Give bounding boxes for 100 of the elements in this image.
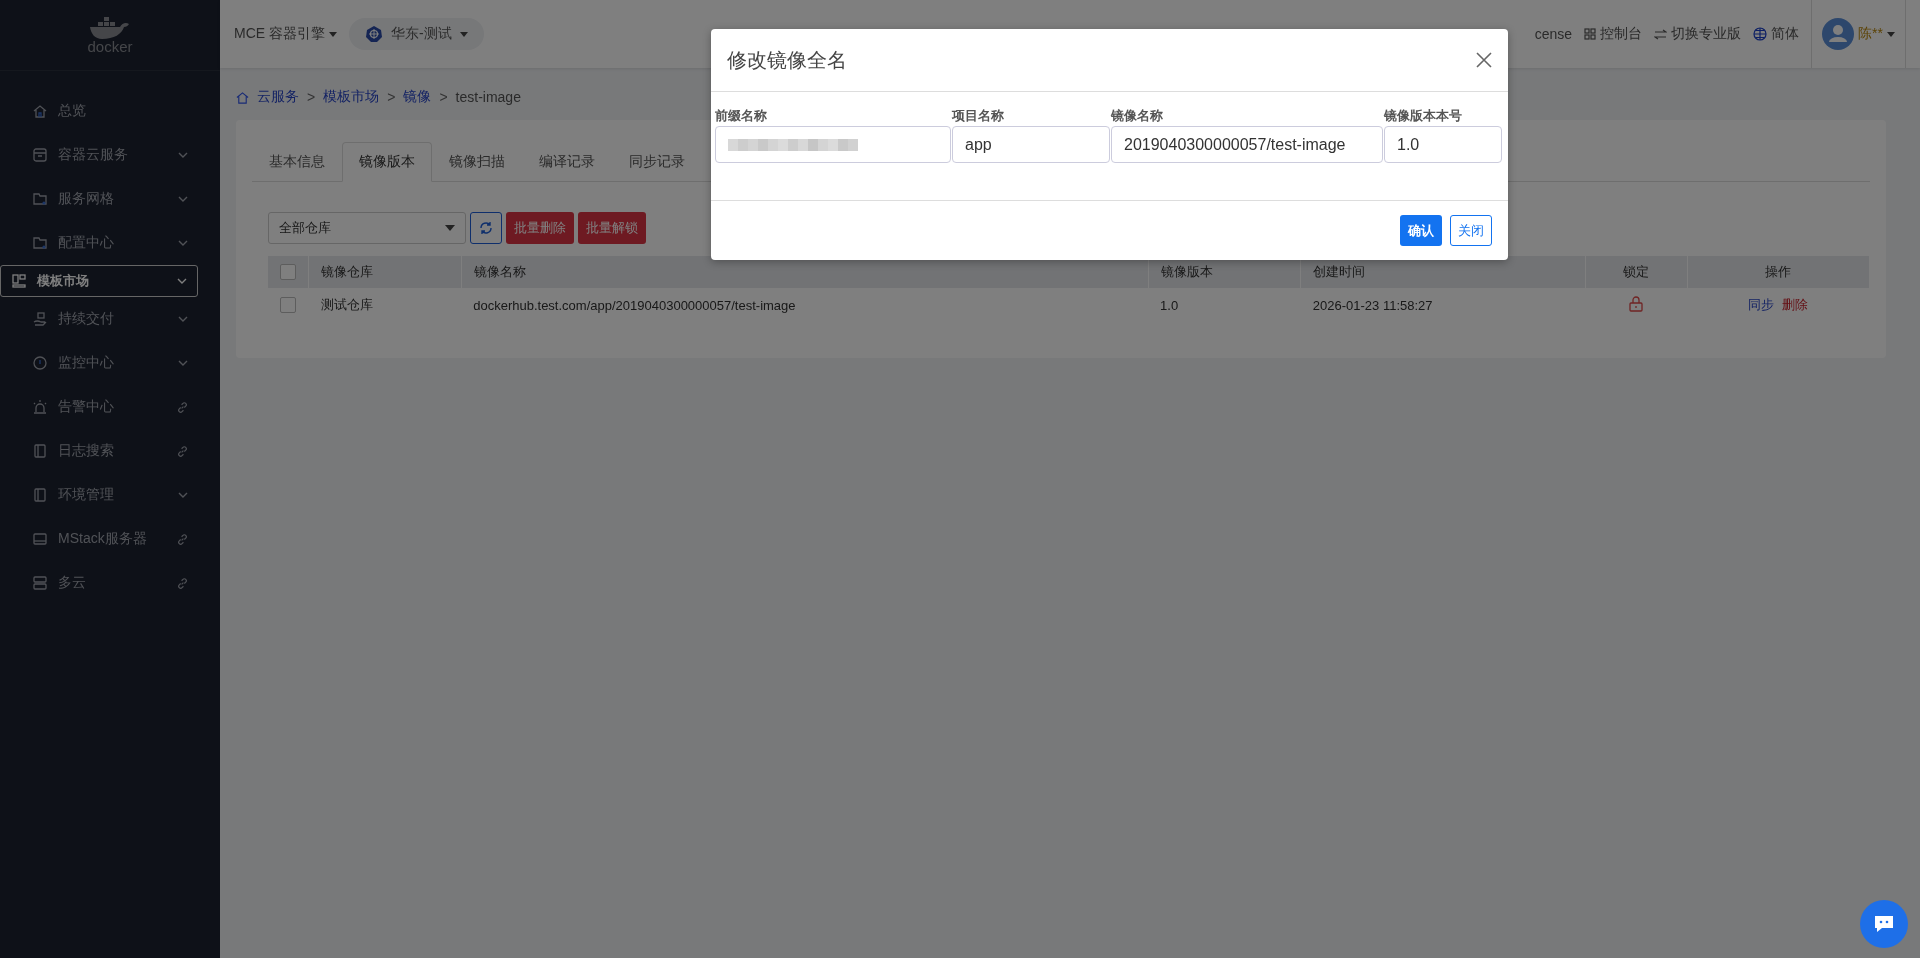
breadcrumb-link[interactable]: 模板市场 — [323, 88, 380, 106]
breadcrumb-link[interactable]: 镜像 — [403, 88, 432, 106]
nav-label: MStack服务器 — [58, 530, 148, 548]
table-cell: dockerhub.test.com/app/2019040300000057/test-image — [461, 288, 1149, 322]
column-header: 镜像名称 — [461, 256, 1149, 288]
checkbox[interactable] — [280, 264, 296, 281]
top-link[interactable]: cense — [1534, 26, 1573, 42]
chevron-icon — [178, 152, 188, 158]
nav-label: 持续交付 — [58, 310, 115, 328]
top-link[interactable]: 简体 — [1753, 25, 1800, 43]
action-link[interactable]: 删除 — [1782, 297, 1809, 312]
nav-item[interactable]: MStack服务器 — [0, 517, 220, 561]
repo-select[interactable]: 全部仓库 — [268, 212, 466, 244]
whale-icon — [88, 16, 132, 39]
home-icon — [236, 90, 249, 104]
input-field[interactable]: 2019040300000057/test-image — [1111, 126, 1383, 163]
action-link[interactable]: 同步 — [1748, 297, 1775, 312]
breadcrumb-link[interactable]: 云服务 — [257, 88, 299, 106]
nav-label: 日志搜索 — [58, 442, 115, 460]
caret-icon — [329, 31, 337, 37]
field-label: 镜像名称 — [1111, 108, 1164, 124]
nav-label: 多云 — [58, 574, 87, 592]
top-link[interactable]: 控制台 — [1584, 25, 1643, 43]
chevron-icon — [177, 278, 187, 284]
nav-item[interactable]: 模板市场 — [0, 265, 198, 297]
column-header: 创建时间 — [1300, 256, 1586, 288]
book-icon — [32, 487, 48, 503]
chat-icon — [1873, 914, 1895, 934]
tab[interactable]: 基本信息 — [252, 142, 342, 182]
batch-button[interactable]: 批量删除 — [506, 212, 574, 244]
tab[interactable]: 编译记录 — [522, 142, 612, 182]
nav-item[interactable]: 日志搜索 — [0, 429, 220, 473]
chevron-icon — [178, 196, 188, 202]
nav-label: 总览 — [58, 102, 87, 120]
field-label: 镜像版本本号 — [1384, 108, 1463, 124]
nav-item[interactable]: 告警中心 — [0, 385, 220, 429]
link-icon — [177, 401, 188, 413]
nav-item[interactable]: 持续交付 — [0, 297, 220, 341]
home-icon — [32, 103, 48, 119]
nav-label: 监控中心 — [58, 354, 115, 372]
nav-label: 服务网格 — [58, 190, 115, 208]
stack-icon — [32, 575, 48, 591]
tab[interactable]: 同步记录 — [612, 142, 702, 182]
table-cell: 2026-01-23 11:58:27 — [1300, 288, 1586, 322]
breadcrumb-separator: > — [307, 89, 316, 105]
column-header: 锁定 — [1585, 256, 1687, 288]
server-icon — [32, 531, 48, 547]
link-icon — [177, 445, 188, 457]
nav-label: 模板市场 — [37, 272, 90, 290]
swap-icon — [1654, 28, 1668, 40]
grid-icon — [1584, 28, 1597, 40]
folder-icon — [32, 191, 48, 207]
column-header: 操作 — [1687, 256, 1870, 288]
table-cell: 测试仓库 — [308, 288, 462, 322]
nav-item[interactable]: 环境管理 — [0, 473, 220, 517]
refresh-icon — [479, 221, 493, 235]
gauge-icon — [32, 355, 48, 371]
confirm-button[interactable]: 确认 — [1400, 215, 1442, 246]
input-field[interactable]: app — [952, 126, 1110, 163]
box-icon — [32, 147, 48, 163]
close-icon[interactable] — [1476, 52, 1492, 68]
table-cell: 1.0 — [1148, 288, 1301, 322]
refresh-button[interactable] — [470, 212, 502, 244]
link-icon — [177, 577, 188, 589]
nav-item[interactable]: 总览 — [0, 89, 220, 133]
chevron-icon — [178, 240, 188, 246]
batch-button[interactable]: 批量解锁 — [578, 212, 646, 244]
cluster-dropdown[interactable]: 华东-测试 — [349, 18, 484, 50]
tab[interactable]: 镜像扫描 — [432, 142, 522, 182]
breadcrumb-separator: > — [439, 89, 448, 105]
nav-item[interactable]: 监控中心 — [0, 341, 220, 385]
folder-icon — [32, 235, 48, 251]
input-field[interactable]: 1.0 — [1384, 126, 1502, 163]
nav-label: 配置中心 — [58, 234, 115, 252]
tab[interactable]: 镜像版本 — [342, 142, 432, 182]
chevron-icon — [178, 360, 188, 366]
user-menu[interactable]: 陈** — [1858, 25, 1895, 43]
alarm-icon — [32, 399, 48, 415]
nav-item[interactable]: 容器云服务 — [0, 133, 220, 177]
top-link[interactable]: 切换专业版 — [1654, 25, 1742, 43]
nav-label: 环境管理 — [58, 486, 115, 504]
close-button[interactable]: 关闭 — [1450, 215, 1492, 246]
nav-label: 告警中心 — [58, 398, 115, 416]
lock-icon[interactable] — [1629, 295, 1644, 312]
input-field[interactable] — [715, 126, 951, 163]
book-icon — [32, 443, 48, 459]
nav-item[interactable]: 服务网格 — [0, 177, 220, 221]
nav-label: 容器云服务 — [58, 146, 129, 164]
column-header: 镜像仓库 — [308, 256, 462, 288]
hand-icon — [32, 311, 48, 327]
checkbox[interactable] — [280, 297, 296, 314]
product-dropdown[interactable]: MCE 容器引擎 — [234, 25, 337, 43]
nav-item[interactable]: 多云 — [0, 561, 220, 605]
breadcrumb-separator: > — [387, 89, 396, 105]
field-label: 前缀名称 — [715, 108, 768, 124]
link-icon — [177, 533, 188, 545]
caret-icon — [459, 31, 468, 37]
chevron-icon — [178, 316, 188, 322]
breadcrumb-current: test-image — [455, 89, 521, 105]
nav-item[interactable]: 配置中心 — [0, 221, 220, 265]
